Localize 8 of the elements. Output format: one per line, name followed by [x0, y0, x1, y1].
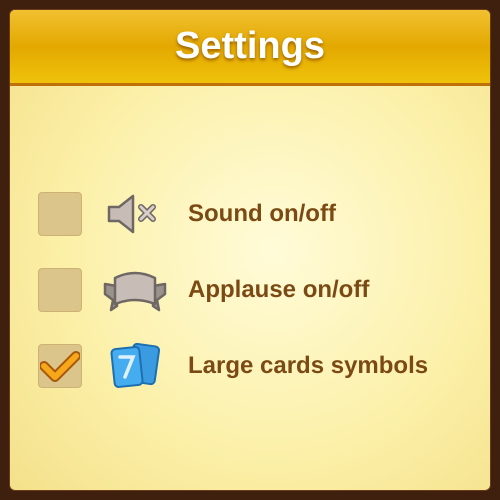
checkbox[interactable]: [38, 192, 82, 236]
checkmark-icon: [40, 350, 80, 382]
option-label: Applause on/off: [188, 275, 370, 305]
checkbox[interactable]: [38, 344, 82, 388]
panel-title: Settings: [175, 24, 325, 69]
checkbox[interactable]: [38, 268, 82, 312]
option-label: Sound on/off: [188, 199, 336, 229]
option-label: Large cards symbols: [188, 351, 428, 381]
